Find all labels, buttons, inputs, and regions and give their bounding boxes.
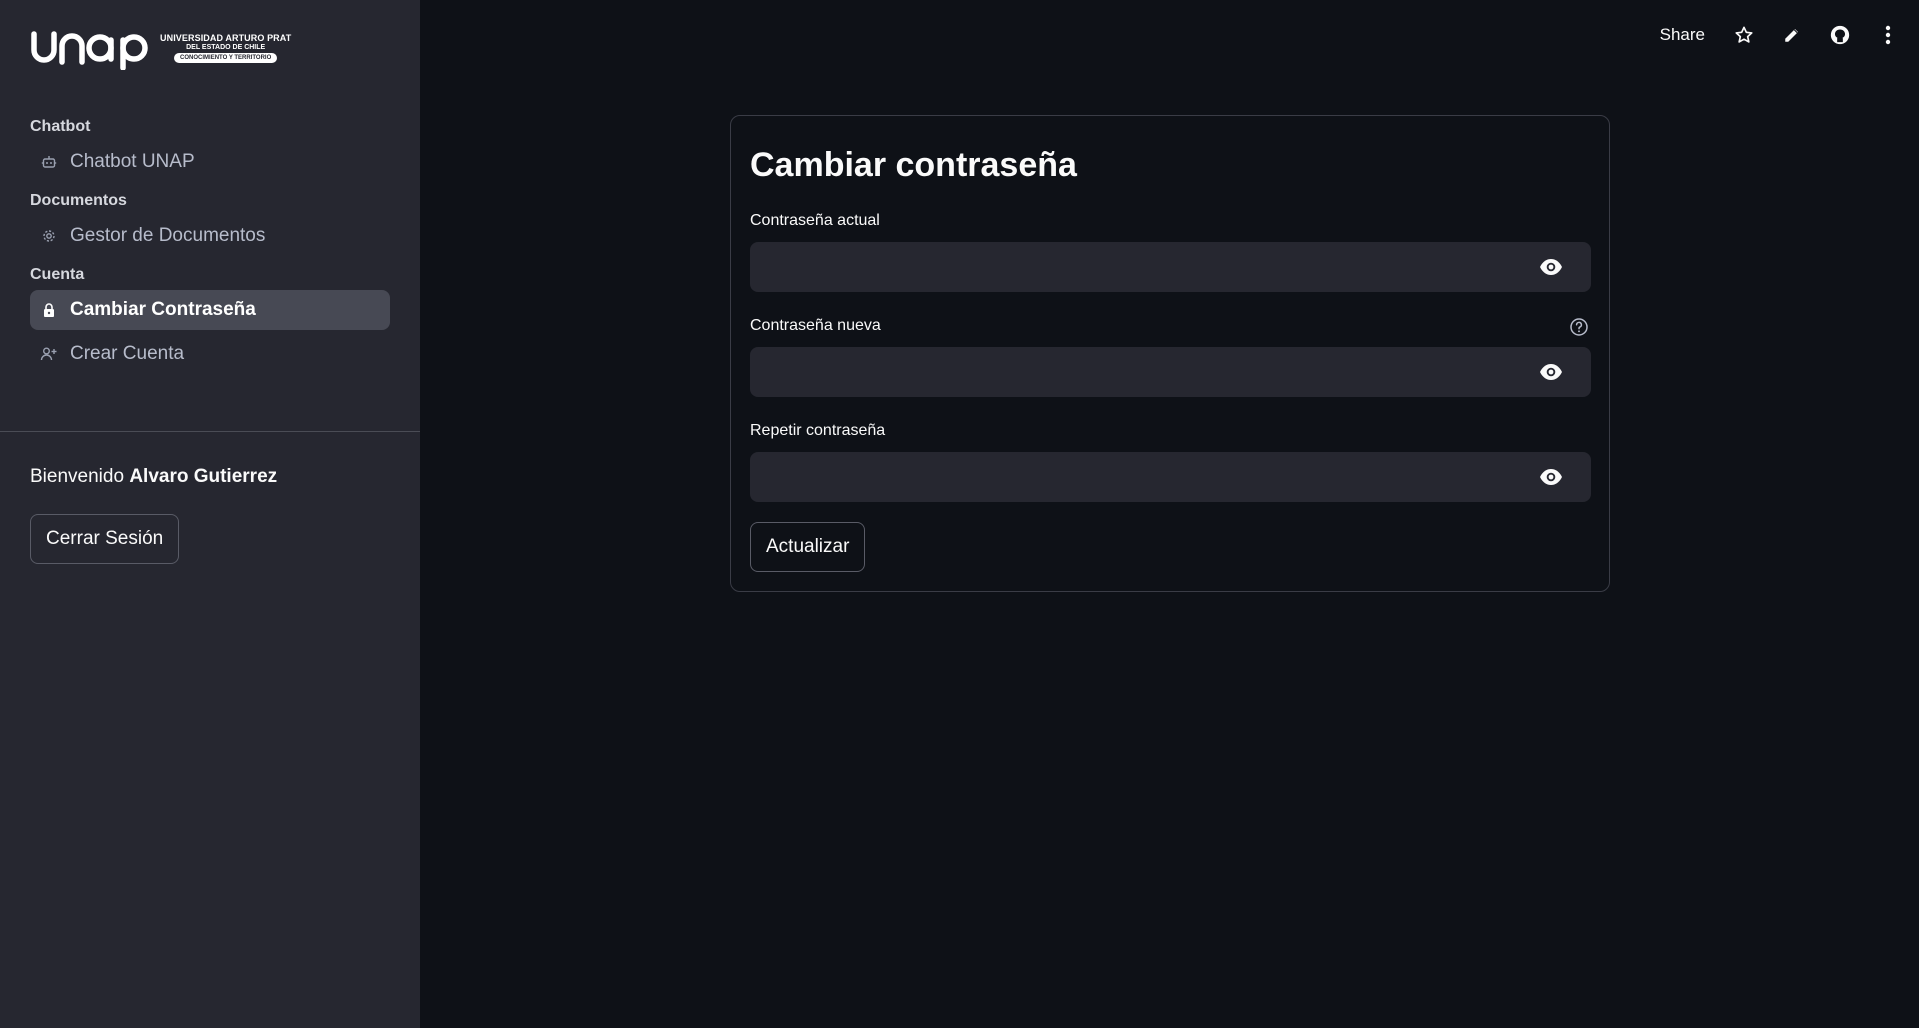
sidebar-nav: Chatbot Chatbot UNAP Documentos Gestor d…: [30, 116, 390, 374]
logo-university-name: UNIVERSIDAD ARTURO PRAT: [160, 33, 292, 43]
gear-icon: [40, 227, 58, 245]
sidebar-item-label: Crear Cuenta: [70, 343, 185, 364]
star-icon[interactable]: [1733, 24, 1755, 46]
sidebar-item-crear-cuenta[interactable]: Crear Cuenta: [30, 334, 390, 374]
new-password-field: [750, 347, 1591, 397]
lock-icon: [40, 301, 58, 319]
more-vertical-icon[interactable]: [1877, 24, 1899, 46]
logo-subtitle: DEL ESTADO DE CHILE: [186, 44, 266, 51]
logo-text: UNIVERSIDAD ARTURO PRAT DEL ESTADO DE CH…: [160, 33, 291, 63]
sidebar-item-label: Gestor de Documentos: [70, 225, 266, 246]
section-title-chatbot: Chatbot: [30, 118, 91, 135]
sidebar: UNIVERSIDAD ARTURO PRAT DEL ESTADO DE CH…: [0, 0, 420, 1028]
help-question-icon[interactable]: [1569, 317, 1589, 337]
sidebar-item-cambiar-contrasena[interactable]: Cambiar Contraseña: [30, 290, 390, 330]
repeat-password-input[interactable]: [750, 452, 1591, 502]
update-button[interactable]: Actualizar: [750, 522, 866, 572]
unap-logo[interactable]: UNIVERSIDAD ARTURO PRAT DEL ESTADO DE CH…: [30, 26, 291, 70]
repeat-password-field: [750, 452, 1591, 502]
current-password-input[interactable]: [750, 242, 1591, 292]
robot-icon: [40, 153, 58, 171]
repeat-password-label: Repetir contraseña: [750, 422, 886, 439]
share-button[interactable]: Share: [1660, 25, 1705, 45]
welcome-prefix: Bienvenido: [30, 466, 125, 487]
current-password-label: Contraseña actual: [750, 212, 880, 229]
sidebar-divider: [0, 431, 420, 432]
new-password-input[interactable]: [750, 347, 1591, 397]
sidebar-item-gestor-documentos[interactable]: Gestor de Documentos: [30, 216, 390, 256]
show-password-eye-icon[interactable]: [1539, 362, 1563, 382]
user-name: Alvaro Gutierrez: [129, 466, 278, 487]
sidebar-item-label: Chatbot UNAP: [70, 151, 195, 172]
current-password-field: [750, 242, 1591, 292]
new-password-label: Contraseña nueva: [750, 317, 881, 334]
logo-tagline: CONOCIMIENTO Y TERRITORIO: [174, 53, 278, 63]
section-title-cuenta: Cuenta: [30, 266, 85, 283]
page-title: Cambiar contraseña: [750, 146, 1077, 184]
logout-button[interactable]: Cerrar Sesión: [30, 514, 180, 564]
section-title-documentos: Documentos: [30, 192, 127, 209]
top-toolbar: Share: [1660, 24, 1899, 46]
welcome-message: Bienvenido Alvaro Gutierrez: [30, 466, 277, 488]
change-password-form: Cambiar contraseña Contraseña actual Con…: [730, 115, 1610, 592]
show-password-eye-icon[interactable]: [1539, 257, 1563, 277]
github-icon[interactable]: [1829, 24, 1851, 46]
unap-logo-mark: [30, 26, 154, 70]
sidebar-item-label: Cambiar Contraseña: [70, 299, 256, 320]
pencil-icon[interactable]: [1781, 24, 1803, 46]
add-user-icon: [40, 345, 58, 363]
sidebar-item-chatbot-unap[interactable]: Chatbot UNAP: [30, 142, 390, 182]
show-password-eye-icon[interactable]: [1539, 467, 1563, 487]
